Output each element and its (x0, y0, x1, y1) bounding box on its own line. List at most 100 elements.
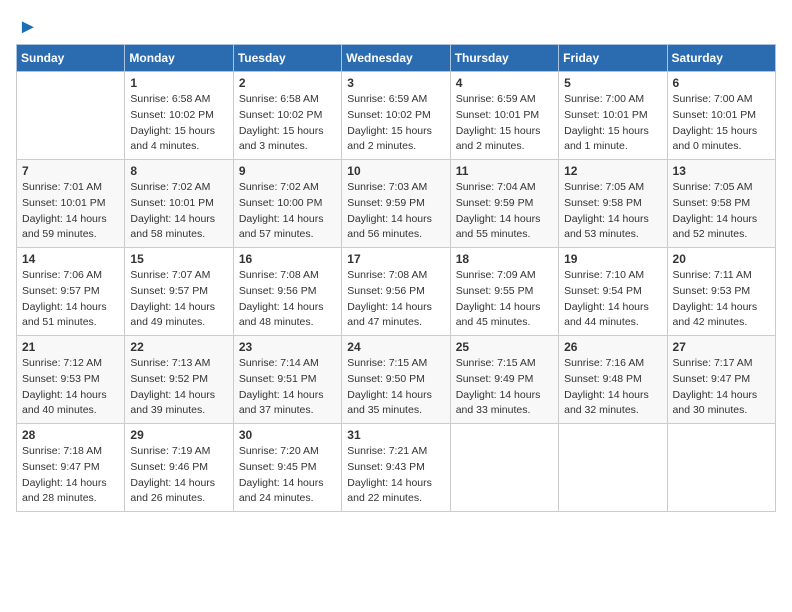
day-number: 22 (130, 340, 227, 354)
day-number: 12 (564, 164, 661, 178)
day-number: 14 (22, 252, 119, 266)
calendar-cell: 16Sunrise: 7:08 AM Sunset: 9:56 PM Dayli… (233, 248, 341, 336)
day-info: Sunrise: 7:09 AM Sunset: 9:55 PM Dayligh… (456, 268, 553, 331)
page-header: ► (16, 16, 776, 36)
calendar-cell: 29 Sunrise: 7:19 AM Sunset: 9:46 PM Dayli… (125, 424, 233, 512)
day-info: Sunrise: 7:11 AM Sunset: 9:53 PM Dayligh… (673, 268, 770, 331)
day-number: 29 (130, 428, 227, 442)
day-info: Sunrise: 7:15 AM Sunset: 9:49 PM Dayligh… (456, 356, 553, 419)
day-info: Sunrise: 7:01 AM Sunset: 10:01 PM Daylig… (22, 180, 119, 243)
calendar-cell (17, 72, 125, 160)
week-row-3: 14 Sunrise: 7:06 AM Sunset: 9:57 PM Dayli… (17, 248, 776, 336)
day-info: Sunrise: 7:20 AM Sunset: 9:45 PM Dayligh… (239, 444, 336, 507)
calendar-cell: 25 Sunrise: 7:15 AM Sunset: 9:49 PM Dayli… (450, 336, 558, 424)
calendar-cell: 7 Sunrise: 7:01 AM Sunset: 10:01 PM Dayli… (17, 160, 125, 248)
day-number: 26 (564, 340, 661, 354)
calendar-cell: 12 Sunrise: 7:05 AM Sunset: 9:58 PM Dayli… (559, 160, 667, 248)
calendar-cell: 27 Sunrise: 7:17 AM Sunset: 9:47 PM Dayli… (667, 336, 775, 424)
day-number: 13 (673, 164, 770, 178)
calendar-cell: 2 Sunrise: 6:58 AM Sunset: 10:02 PM Dayli… (233, 72, 341, 160)
day-number: 3 (347, 76, 444, 90)
column-header-thursday: Thursday (450, 45, 558, 72)
calendar-cell: 10Sunrise: 7:03 AM Sunset: 9:59 PM Dayli… (342, 160, 450, 248)
day-info: Sunrise: 7:14 AM Sunset: 9:51 PM Dayligh… (239, 356, 336, 419)
day-info: Sunrise: 7:17 AM Sunset: 9:47 PM Dayligh… (673, 356, 770, 419)
day-number: 30 (239, 428, 336, 442)
day-number: 24 (347, 340, 444, 354)
day-number: 2 (239, 76, 336, 90)
calendar-cell: 18 Sunrise: 7:09 AM Sunset: 9:55 PM Dayli… (450, 248, 558, 336)
day-info: Sunrise: 6:59 AM Sunset: 10:01 PM Daylig… (456, 92, 553, 155)
day-info: Sunrise: 7:00 AM Sunset: 10:01 PM Daylig… (673, 92, 770, 155)
week-row-2: 7 Sunrise: 7:01 AM Sunset: 10:01 PM Dayli… (17, 160, 776, 248)
calendar-cell: 1 Sunrise: 6:58 AM Sunset: 10:02 PM Dayli… (125, 72, 233, 160)
calendar-cell (667, 424, 775, 512)
day-info: Sunrise: 7:19 AM Sunset: 9:46 PM Dayligh… (130, 444, 227, 507)
day-info: Sunrise: 7:13 AM Sunset: 9:52 PM Dayligh… (130, 356, 227, 419)
day-info: Sunrise: 6:58 AM Sunset: 10:02 PM Daylig… (239, 92, 336, 155)
column-header-friday: Friday (559, 45, 667, 72)
day-info: Sunrise: 6:58 AM Sunset: 10:02 PM Daylig… (130, 92, 227, 155)
day-info: Sunrise: 7:06 AM Sunset: 9:57 PM Dayligh… (22, 268, 119, 331)
day-number: 31 (347, 428, 444, 442)
calendar-cell: 24 Sunrise: 7:15 AM Sunset: 9:50 PM Dayli… (342, 336, 450, 424)
day-info: Sunrise: 7:03 AM Sunset: 9:59 PM Dayligh… (347, 180, 444, 243)
day-number: 15 (130, 252, 227, 266)
day-info: Sunrise: 7:02 AM Sunset: 10:01 PM Daylig… (130, 180, 227, 243)
logo-bird-icon: ► (18, 16, 38, 38)
day-number: 25 (456, 340, 553, 354)
day-info: Sunrise: 7:05 AM Sunset: 9:58 PM Dayligh… (673, 180, 770, 243)
calendar-cell: 11 Sunrise: 7:04 AM Sunset: 9:59 PM Dayli… (450, 160, 558, 248)
day-number: 4 (456, 76, 553, 90)
day-number: 23 (239, 340, 336, 354)
day-number: 18 (456, 252, 553, 266)
calendar-cell: 9Sunrise: 7:02 AM Sunset: 10:00 PM Dayli… (233, 160, 341, 248)
calendar-cell: 21 Sunrise: 7:12 AM Sunset: 9:53 PM Dayli… (17, 336, 125, 424)
week-row-5: 28Sunrise: 7:18 AM Sunset: 9:47 PM Dayli… (17, 424, 776, 512)
day-number: 11 (456, 164, 553, 178)
calendar-table: SundayMondayTuesdayWednesdayThursdayFrid… (16, 44, 776, 512)
calendar-cell: 22 Sunrise: 7:13 AM Sunset: 9:52 PM Dayli… (125, 336, 233, 424)
day-info: Sunrise: 7:08 AM Sunset: 9:56 PM Dayligh… (347, 268, 444, 331)
calendar-cell: 28Sunrise: 7:18 AM Sunset: 9:47 PM Dayli… (17, 424, 125, 512)
day-number: 1 (130, 76, 227, 90)
calendar-cell: 15 Sunrise: 7:07 AM Sunset: 9:57 PM Dayli… (125, 248, 233, 336)
day-info: Sunrise: 7:05 AM Sunset: 9:58 PM Dayligh… (564, 180, 661, 243)
day-info: Sunrise: 7:07 AM Sunset: 9:57 PM Dayligh… (130, 268, 227, 331)
column-header-tuesday: Tuesday (233, 45, 341, 72)
calendar-cell: 5 Sunrise: 7:00 AM Sunset: 10:01 PM Dayli… (559, 72, 667, 160)
week-row-4: 21 Sunrise: 7:12 AM Sunset: 9:53 PM Dayli… (17, 336, 776, 424)
day-number: 17 (347, 252, 444, 266)
day-info: Sunrise: 6:59 AM Sunset: 10:02 PM Daylig… (347, 92, 444, 155)
day-number: 9 (239, 164, 336, 178)
day-number: 6 (673, 76, 770, 90)
week-row-1: 1 Sunrise: 6:58 AM Sunset: 10:02 PM Dayli… (17, 72, 776, 160)
day-info: Sunrise: 7:12 AM Sunset: 9:53 PM Dayligh… (22, 356, 119, 419)
header-row: SundayMondayTuesdayWednesdayThursdayFrid… (17, 45, 776, 72)
day-number: 19 (564, 252, 661, 266)
calendar-cell: 30 Sunrise: 7:20 AM Sunset: 9:45 PM Dayli… (233, 424, 341, 512)
calendar-cell (559, 424, 667, 512)
day-number: 28 (22, 428, 119, 442)
calendar-cell: 4 Sunrise: 6:59 AM Sunset: 10:01 PM Dayli… (450, 72, 558, 160)
calendar-cell: 8 Sunrise: 7:02 AM Sunset: 10:01 PM Dayli… (125, 160, 233, 248)
column-header-sunday: Sunday (17, 45, 125, 72)
calendar-cell: 19Sunrise: 7:10 AM Sunset: 9:54 PM Dayli… (559, 248, 667, 336)
calendar-cell: 17 Sunrise: 7:08 AM Sunset: 9:56 PM Dayli… (342, 248, 450, 336)
column-header-saturday: Saturday (667, 45, 775, 72)
calendar-cell: 23 Sunrise: 7:14 AM Sunset: 9:51 PM Dayli… (233, 336, 341, 424)
day-info: Sunrise: 7:04 AM Sunset: 9:59 PM Dayligh… (456, 180, 553, 243)
day-number: 27 (673, 340, 770, 354)
day-number: 21 (22, 340, 119, 354)
day-info: Sunrise: 7:00 AM Sunset: 10:01 PM Daylig… (564, 92, 661, 155)
day-info: Sunrise: 7:08 AM Sunset: 9:56 PM Dayligh… (239, 268, 336, 331)
day-info: Sunrise: 7:15 AM Sunset: 9:50 PM Dayligh… (347, 356, 444, 419)
day-number: 5 (564, 76, 661, 90)
calendar-cell: 3 Sunrise: 6:59 AM Sunset: 10:02 PM Dayli… (342, 72, 450, 160)
day-number: 7 (22, 164, 119, 178)
calendar-cell: 6 Sunrise: 7:00 AM Sunset: 10:01 PM Dayli… (667, 72, 775, 160)
calendar-cell: 26Sunrise: 7:16 AM Sunset: 9:48 PM Dayli… (559, 336, 667, 424)
column-header-wednesday: Wednesday (342, 45, 450, 72)
calendar-cell: 13 Sunrise: 7:05 AM Sunset: 9:58 PM Dayli… (667, 160, 775, 248)
day-number: 8 (130, 164, 227, 178)
